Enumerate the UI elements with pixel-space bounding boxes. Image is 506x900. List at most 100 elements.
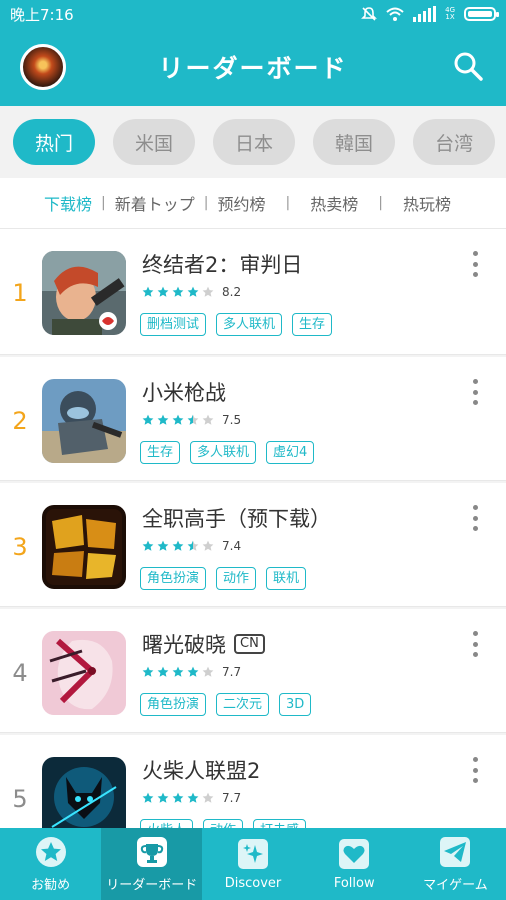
rating: 8.2 (142, 285, 241, 299)
star-icon (157, 286, 169, 297)
star-icon (187, 414, 199, 425)
nav-my-games[interactable]: マイゲーム (405, 828, 506, 900)
app-icon-quanzhi-gaoshou[interactable] (42, 505, 126, 589)
page-title: リーダーボード (158, 54, 348, 83)
tag[interactable]: 生存 (140, 441, 181, 464)
mute-icon (361, 7, 378, 21)
star-icon (202, 540, 214, 551)
tag[interactable]: 角色扮演 (140, 693, 207, 716)
region-tab-hot[interactable]: 热门 (13, 119, 96, 165)
divider: | (378, 195, 383, 211)
star-icon (142, 540, 154, 551)
star-rating (142, 792, 214, 804)
region-tabs: 热门 米国 日本 韓国 台湾 香 (0, 106, 506, 178)
status-bar: 晚上7:16 4G 1X (0, 0, 506, 28)
status-icons: 4G 1X (361, 6, 499, 22)
star-icon (142, 414, 154, 425)
list-item[interactable]: 5 火柴人联盟2 7.7 火柴人 动作 打击感 (0, 733, 506, 828)
star-icon (142, 286, 154, 297)
rank-number: 3 (12, 533, 28, 561)
tag[interactable]: 火柴人 (140, 819, 194, 828)
network-type: 4G 1X (445, 6, 455, 21)
app-icon-shuguang-poxiao[interactable] (42, 631, 126, 715)
rating: 7.5 (142, 413, 241, 427)
star-icon (202, 666, 214, 677)
region-tab-korea[interactable]: 韓国 (313, 119, 396, 165)
list-item[interactable]: 4 曙光破晓 CN 7.7 角色扮演 二次元 3D (0, 607, 506, 733)
region-tab-us[interactable]: 米国 (113, 119, 196, 165)
app-name[interactable]: 终结者2：审判日 (142, 249, 302, 279)
nav-label: リーダーボード (106, 877, 198, 893)
app-name[interactable]: 小米枪战 (142, 377, 226, 407)
star-icon (172, 286, 184, 297)
tag[interactable]: 多人联机 (216, 313, 283, 336)
paper-plane-icon (440, 836, 471, 867)
more-options-icon[interactable] (470, 757, 480, 783)
rating-score: 8.2 (222, 285, 242, 299)
divider: | (203, 195, 209, 211)
app-icon-xiaomi-gunfight[interactable] (42, 379, 126, 463)
tag[interactable]: 生存 (292, 313, 333, 336)
star-rating (142, 286, 214, 298)
nav-recommend[interactable]: お勧め (0, 828, 101, 900)
rating: 7.4 (142, 539, 241, 553)
star-icon (142, 792, 154, 803)
app-root: 晚上7:16 4G 1X リーダーボード 热门 米国 日本 韓国 台湾 下载榜 … (0, 0, 506, 900)
status-time: 晚上7:16 (10, 5, 74, 24)
search-icon[interactable] (452, 50, 484, 82)
tag[interactable]: 动作 (203, 819, 244, 828)
tag[interactable]: 删档测试 (140, 313, 207, 336)
nav-label: Follow (333, 875, 375, 891)
signal-icon (413, 6, 437, 22)
tag[interactable]: 虚幻4 (266, 441, 315, 464)
tag[interactable]: 角色扮演 (140, 567, 207, 590)
rating: 7.7 (142, 791, 241, 805)
heart-icon (339, 838, 370, 869)
app-name[interactable]: 火柴人联盟2 (142, 755, 260, 785)
star-icon (202, 414, 214, 425)
star-icon (157, 414, 169, 425)
tag[interactable]: 联机 (266, 567, 307, 590)
nav-leaderboard[interactable]: リーダーボード (101, 828, 203, 900)
rank-cat-preorder[interactable]: 预约榜 (215, 191, 267, 215)
star-rating (142, 414, 214, 426)
divider: | (285, 195, 291, 211)
nav-discover[interactable]: Discover (202, 828, 303, 900)
app-name[interactable]: 曙光破晓 CN (142, 629, 265, 659)
nav-follow[interactable]: Follow (304, 828, 405, 900)
rank-number: 5 (12, 785, 28, 813)
rating-score: 7.5 (222, 413, 242, 427)
list-item[interactable]: 3 全职高手（预下载） 7.4 角色扮演 动作 联机 (0, 481, 506, 607)
list-item[interactable]: 2 小米枪战 7.5 生存 多人联机 虚幻4 (0, 355, 506, 481)
rank-cat-bestseller[interactable]: 热卖榜 (308, 191, 360, 215)
star-icon (157, 792, 169, 803)
star-icon (202, 792, 214, 803)
tag[interactable]: 二次元 (216, 693, 270, 716)
rank-category-bar: 下载榜 | 新着トップ | 预约榜 | 热卖榜 | 热玩榜 (0, 178, 506, 228)
more-options-icon[interactable] (470, 251, 480, 277)
app-icon-stickman-league2[interactable] (42, 757, 126, 828)
battery-icon (464, 7, 499, 21)
tag[interactable]: 多人联机 (190, 441, 257, 464)
region-tab-taiwan[interactable]: 台湾 (413, 119, 496, 165)
more-options-icon[interactable] (470, 505, 480, 531)
star-icon (202, 286, 214, 297)
tag-list: 角色扮演 动作 联机 (140, 567, 307, 590)
app-name[interactable]: 全职高手（预下载） (142, 503, 331, 533)
avatar[interactable] (20, 44, 66, 90)
tag-list: 生存 多人联机 虚幻4 (140, 441, 315, 464)
rating: 7.7 (142, 665, 241, 679)
more-options-icon[interactable] (470, 379, 480, 405)
star-icon (172, 666, 184, 677)
app-icon-terminator2[interactable] (42, 251, 126, 335)
rank-cat-most-played[interactable]: 热玩榜 (401, 191, 453, 215)
rank-cat-new[interactable]: 新着トップ (113, 191, 197, 215)
tag[interactable]: 打击感 (253, 819, 307, 828)
region-tab-japan[interactable]: 日本 (213, 119, 296, 165)
tag[interactable]: 动作 (216, 567, 257, 590)
list-item[interactable]: 1 终结者2：审判日 8.2 删档测试 多人联机 生存 (0, 229, 506, 355)
tag[interactable]: 3D (279, 693, 312, 716)
rating-score: 7.7 (222, 791, 242, 805)
more-options-icon[interactable] (470, 631, 480, 657)
rank-cat-download[interactable]: 下载榜 (42, 191, 94, 215)
